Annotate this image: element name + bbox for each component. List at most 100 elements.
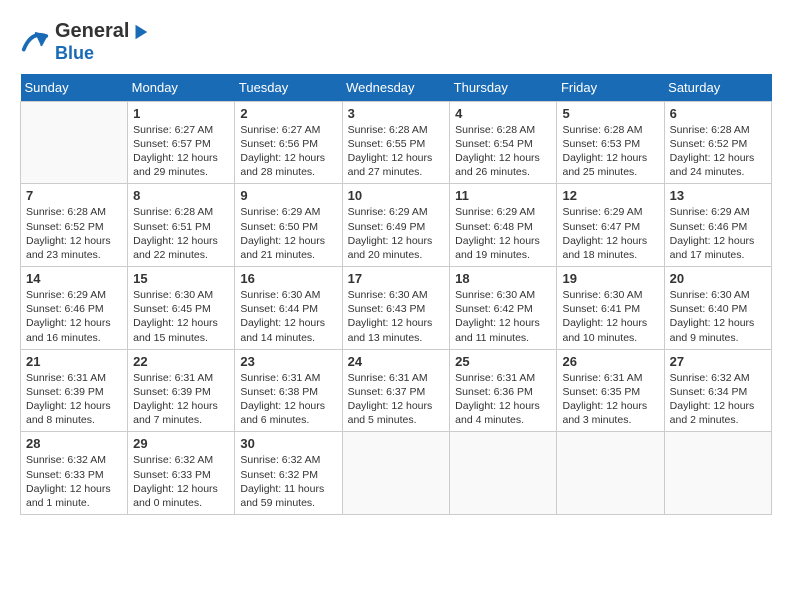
day-number: 7 bbox=[26, 188, 122, 203]
day-number: 11 bbox=[455, 188, 551, 203]
calendar-cell: 18 Sunrise: 6:30 AM Sunset: 6:42 PM Dayli… bbox=[450, 267, 557, 350]
day-info: Sunrise: 6:29 AM Sunset: 6:49 PM Dayligh… bbox=[348, 205, 445, 262]
calendar-cell: 26 Sunrise: 6:31 AM Sunset: 6:35 PM Dayli… bbox=[557, 349, 664, 432]
day-number: 15 bbox=[133, 271, 229, 286]
day-info: Sunrise: 6:29 AM Sunset: 6:48 PM Dayligh… bbox=[455, 205, 551, 262]
logo-icon bbox=[20, 27, 50, 57]
day-info: Sunrise: 6:28 AM Sunset: 6:52 PM Dayligh… bbox=[26, 205, 122, 262]
day-number: 23 bbox=[240, 354, 336, 369]
day-info: Sunrise: 6:28 AM Sunset: 6:52 PM Dayligh… bbox=[670, 123, 766, 180]
calendar-cell: 24 Sunrise: 6:31 AM Sunset: 6:37 PM Dayli… bbox=[342, 349, 450, 432]
calendar-cell bbox=[664, 432, 771, 515]
day-info: Sunrise: 6:30 AM Sunset: 6:40 PM Dayligh… bbox=[670, 288, 766, 345]
day-number: 21 bbox=[26, 354, 122, 369]
day-info: Sunrise: 6:28 AM Sunset: 6:51 PM Dayligh… bbox=[133, 205, 229, 262]
calendar-cell: 6 Sunrise: 6:28 AM Sunset: 6:52 PM Daylig… bbox=[664, 101, 771, 184]
day-number: 30 bbox=[240, 436, 336, 451]
day-number: 9 bbox=[240, 188, 336, 203]
calendar-cell: 9 Sunrise: 6:29 AM Sunset: 6:50 PM Daylig… bbox=[235, 184, 342, 267]
page-header: General Blue bbox=[20, 20, 772, 64]
day-info: Sunrise: 6:31 AM Sunset: 6:39 PM Dayligh… bbox=[133, 371, 229, 428]
calendar-cell: 27Sunrise: 6:32 AM Sunset: 6:34 PM Dayli… bbox=[664, 349, 771, 432]
calendar-cell: 28 Sunrise: 6:32 AM Sunset: 6:33 PM Dayli… bbox=[21, 432, 128, 515]
day-info: Sunrise: 6:29 AM Sunset: 6:47 PM Dayligh… bbox=[562, 205, 658, 262]
day-info: Sunrise: 6:31 AM Sunset: 6:38 PM Dayligh… bbox=[240, 371, 336, 428]
day-info: Sunrise: 6:27 AM Sunset: 6:56 PM Dayligh… bbox=[240, 123, 336, 180]
calendar-cell: 22 Sunrise: 6:31 AM Sunset: 6:39 PM Dayli… bbox=[128, 349, 235, 432]
day-header-sunday: Sunday bbox=[21, 74, 128, 102]
day-info: Sunrise: 6:29 AM Sunset: 6:50 PM Dayligh… bbox=[240, 205, 336, 262]
day-header-monday: Monday bbox=[128, 74, 235, 102]
day-number: 4 bbox=[455, 106, 551, 121]
calendar-cell bbox=[557, 432, 664, 515]
calendar-cell: 17 Sunrise: 6:30 AM Sunset: 6:43 PM Dayli… bbox=[342, 267, 450, 350]
calendar-cell bbox=[21, 101, 128, 184]
day-number: 2 bbox=[240, 106, 336, 121]
day-info: Sunrise: 6:30 AM Sunset: 6:43 PM Dayligh… bbox=[348, 288, 445, 345]
day-number: 17 bbox=[348, 271, 445, 286]
day-number: 20 bbox=[670, 271, 766, 286]
day-info: Sunrise: 6:28 AM Sunset: 6:54 PM Dayligh… bbox=[455, 123, 551, 180]
calendar-cell: 20 Sunrise: 6:30 AM Sunset: 6:40 PM Dayli… bbox=[664, 267, 771, 350]
logo-text: Blue bbox=[55, 43, 149, 64]
day-info: Sunrise: 6:27 AM Sunset: 6:57 PM Dayligh… bbox=[133, 123, 229, 180]
day-number: 16 bbox=[240, 271, 336, 286]
day-number: 18 bbox=[455, 271, 551, 286]
calendar-cell: 25Sunrise: 6:31 AM Sunset: 6:36 PM Dayli… bbox=[450, 349, 557, 432]
week-row-3: 14Sunrise: 6:29 AM Sunset: 6:46 PM Dayli… bbox=[21, 267, 772, 350]
calendar-cell: 30 Sunrise: 6:32 AM Sunset: 6:32 PM Dayli… bbox=[235, 432, 342, 515]
day-info: Sunrise: 6:28 AM Sunset: 6:55 PM Dayligh… bbox=[348, 123, 445, 180]
calendar-cell: 4 Sunrise: 6:28 AM Sunset: 6:54 PM Daylig… bbox=[450, 101, 557, 184]
day-number: 6 bbox=[670, 106, 766, 121]
day-header-thursday: Thursday bbox=[450, 74, 557, 102]
calendar-cell: 16 Sunrise: 6:30 AM Sunset: 6:44 PM Dayli… bbox=[235, 267, 342, 350]
day-header-wednesday: Wednesday bbox=[342, 74, 450, 102]
day-info: Sunrise: 6:30 AM Sunset: 6:44 PM Dayligh… bbox=[240, 288, 336, 345]
day-info: Sunrise: 6:29 AM Sunset: 6:46 PM Dayligh… bbox=[670, 205, 766, 262]
calendar-cell: 10 Sunrise: 6:29 AM Sunset: 6:49 PM Dayli… bbox=[342, 184, 450, 267]
calendar-cell bbox=[450, 432, 557, 515]
day-info: Sunrise: 6:31 AM Sunset: 6:37 PM Dayligh… bbox=[348, 371, 445, 428]
day-number: 29 bbox=[133, 436, 229, 451]
day-number: 22 bbox=[133, 354, 229, 369]
calendar-cell: 1 Sunrise: 6:27 AM Sunset: 6:57 PM Daylig… bbox=[128, 101, 235, 184]
week-row-5: 28 Sunrise: 6:32 AM Sunset: 6:33 PM Dayli… bbox=[21, 432, 772, 515]
calendar-cell: 7 Sunrise: 6:28 AM Sunset: 6:52 PM Daylig… bbox=[21, 184, 128, 267]
day-number: 25 bbox=[455, 354, 551, 369]
calendar-table: SundayMondayTuesdayWednesdayThursdayFrid… bbox=[20, 74, 772, 515]
day-header-tuesday: Tuesday bbox=[235, 74, 342, 102]
calendar-cell: 3Sunrise: 6:28 AM Sunset: 6:55 PM Daylig… bbox=[342, 101, 450, 184]
day-info: Sunrise: 6:30 AM Sunset: 6:45 PM Dayligh… bbox=[133, 288, 229, 345]
logo: General Blue bbox=[20, 20, 149, 64]
day-number: 26 bbox=[562, 354, 658, 369]
calendar-cell: 11 Sunrise: 6:29 AM Sunset: 6:48 PM Dayli… bbox=[450, 184, 557, 267]
calendar-cell: 8Sunrise: 6:28 AM Sunset: 6:51 PM Daylig… bbox=[128, 184, 235, 267]
day-number: 13 bbox=[670, 188, 766, 203]
day-info: Sunrise: 6:28 AM Sunset: 6:53 PM Dayligh… bbox=[562, 123, 658, 180]
day-header-friday: Friday bbox=[557, 74, 664, 102]
day-info: Sunrise: 6:32 AM Sunset: 6:33 PM Dayligh… bbox=[133, 453, 229, 510]
calendar-cell bbox=[342, 432, 450, 515]
day-number: 1 bbox=[133, 106, 229, 121]
day-info: Sunrise: 6:31 AM Sunset: 6:35 PM Dayligh… bbox=[562, 371, 658, 428]
week-row-4: 21 Sunrise: 6:31 AM Sunset: 6:39 PM Dayli… bbox=[21, 349, 772, 432]
day-info: Sunrise: 6:32 AM Sunset: 6:33 PM Dayligh… bbox=[26, 453, 122, 510]
day-number: 19 bbox=[562, 271, 658, 286]
day-number: 10 bbox=[348, 188, 445, 203]
days-header-row: SundayMondayTuesdayWednesdayThursdayFrid… bbox=[21, 74, 772, 102]
day-info: Sunrise: 6:29 AM Sunset: 6:46 PM Dayligh… bbox=[26, 288, 122, 345]
day-number: 28 bbox=[26, 436, 122, 451]
calendar-cell: 15 Sunrise: 6:30 AM Sunset: 6:45 PM Dayli… bbox=[128, 267, 235, 350]
calendar-cell: 5Sunrise: 6:28 AM Sunset: 6:53 PM Daylig… bbox=[557, 101, 664, 184]
calendar-cell: 12Sunrise: 6:29 AM Sunset: 6:47 PM Dayli… bbox=[557, 184, 664, 267]
day-header-saturday: Saturday bbox=[664, 74, 771, 102]
week-row-1: 1 Sunrise: 6:27 AM Sunset: 6:57 PM Daylig… bbox=[21, 101, 772, 184]
calendar-cell: 13 Sunrise: 6:29 AM Sunset: 6:46 PM Dayli… bbox=[664, 184, 771, 267]
calendar-cell: 23 Sunrise: 6:31 AM Sunset: 6:38 PM Dayli… bbox=[235, 349, 342, 432]
calendar-cell: 29 Sunrise: 6:32 AM Sunset: 6:33 PM Dayli… bbox=[128, 432, 235, 515]
day-info: Sunrise: 6:30 AM Sunset: 6:42 PM Dayligh… bbox=[455, 288, 551, 345]
day-info: Sunrise: 6:32 AM Sunset: 6:32 PM Dayligh… bbox=[240, 453, 336, 510]
day-number: 27 bbox=[670, 354, 766, 369]
day-number: 24 bbox=[348, 354, 445, 369]
calendar-cell: 14Sunrise: 6:29 AM Sunset: 6:46 PM Dayli… bbox=[21, 267, 128, 350]
